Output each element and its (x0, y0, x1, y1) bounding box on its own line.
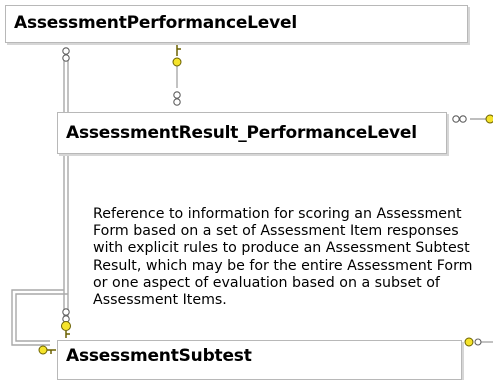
key-icon (38, 345, 56, 355)
key-icon (61, 321, 71, 338)
relationship-connectors (11, 44, 493, 355)
entity-assessment-performance-level[interactable]: AssessmentPerformanceLevel (5, 5, 468, 43)
ring-chain-icon (173, 91, 181, 106)
entity-assessment-subtest[interactable]: AssessmentSubtest (57, 340, 462, 380)
entity-assessment-result-performance-level[interactable]: AssessmentResult_PerformanceLevel (57, 112, 447, 154)
entity-description: Reference to information for scoring an … (93, 206, 473, 309)
ring-chain-icon (452, 115, 467, 123)
ring-chain-icon (474, 338, 482, 346)
key-icon (172, 44, 182, 67)
key-icon (464, 337, 474, 347)
entity-title: AssessmentResult_PerformanceLevel (66, 123, 417, 143)
self-loop-outer (11, 289, 64, 346)
key-icon (485, 114, 493, 124)
diagram-canvas: AssessmentPerformanceLevel AssessmentRes… (0, 0, 493, 380)
entity-title: AssessmentSubtest (66, 346, 252, 366)
entity-title: AssessmentPerformanceLevel (14, 13, 297, 33)
ring-chain-icon (62, 47, 70, 62)
self-loop-inner (15, 293, 68, 342)
